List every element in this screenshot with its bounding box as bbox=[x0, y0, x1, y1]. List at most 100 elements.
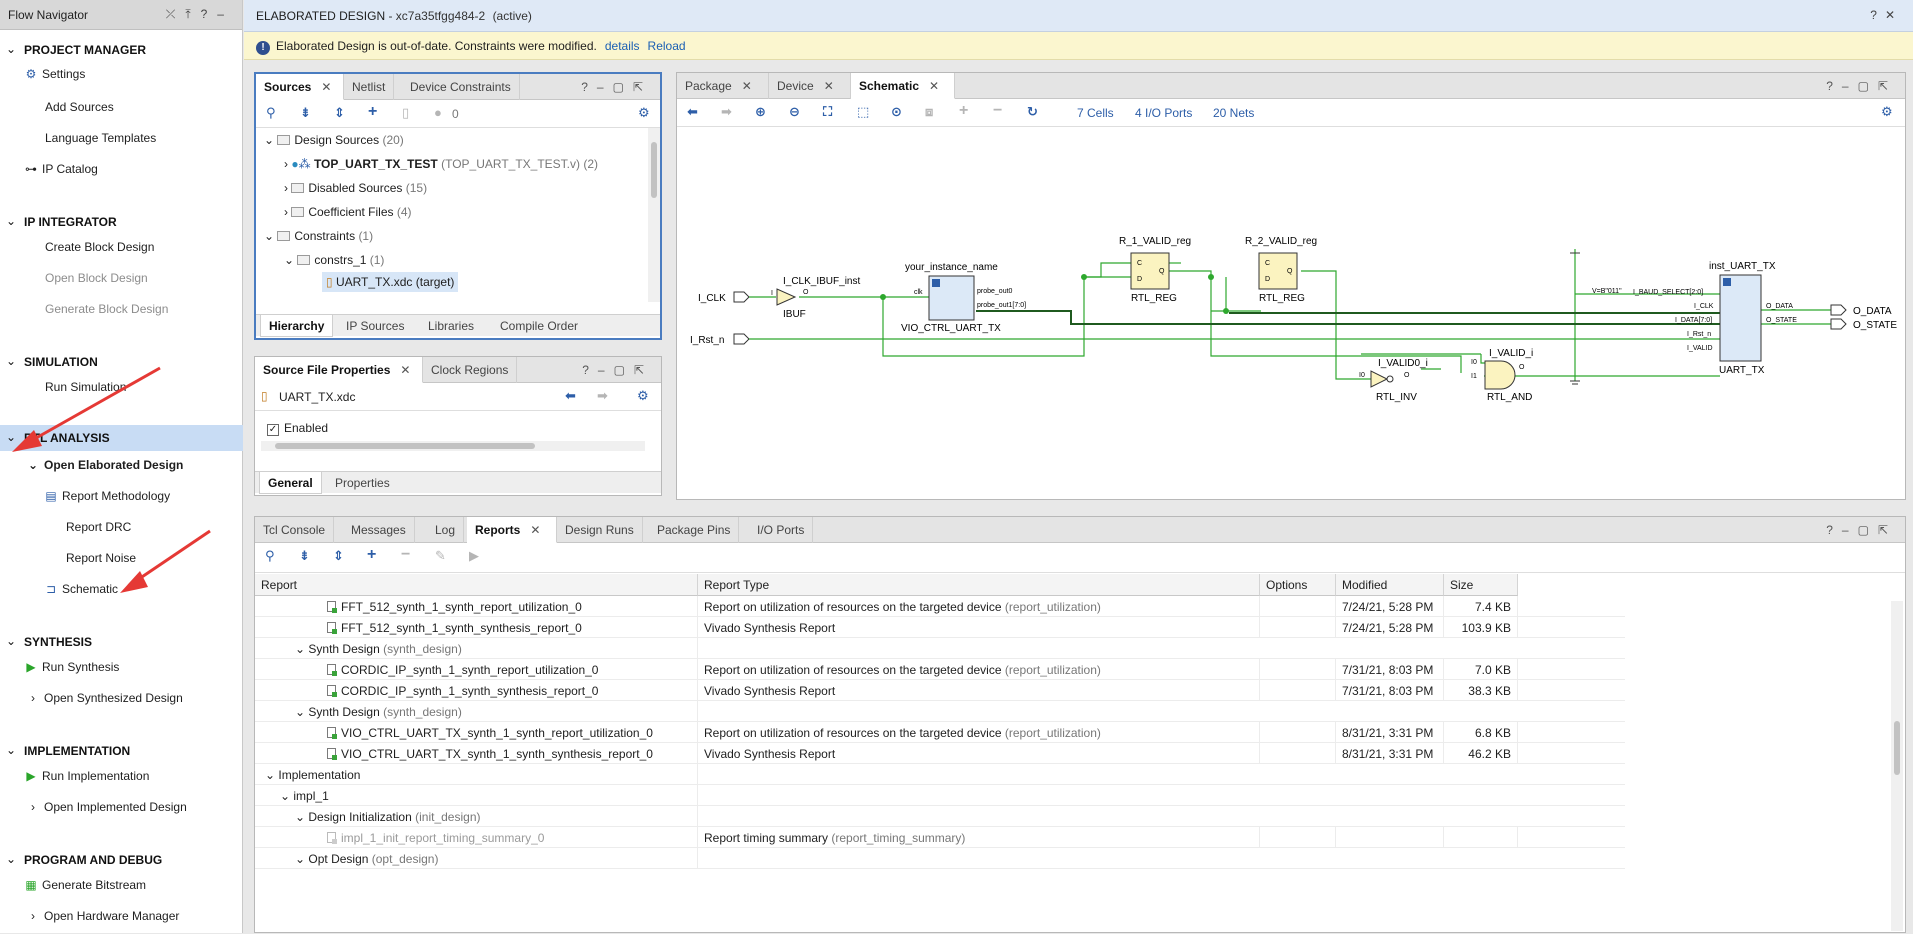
tree-disabled-sources[interactable]: › Disabled Sources (15) bbox=[284, 178, 427, 198]
nav-ip-catalog[interactable]: ⊶ IP Catalog bbox=[24, 159, 98, 179]
nav-run-synthesis[interactable]: ▶ Run Synthesis bbox=[24, 657, 119, 677]
collapse-all-icon[interactable]: ⇟ bbox=[299, 548, 310, 564]
table-row[interactable]: VIO_CTRL_UART_TX_synth_1_synth_synthesis… bbox=[255, 743, 1625, 764]
edit-icon[interactable]: ✎ bbox=[435, 548, 446, 564]
search-icon[interactable]: ⚲ bbox=[266, 105, 276, 121]
tab-sources[interactable]: Sources ✕ bbox=[256, 74, 344, 100]
title-bar-controls[interactable]: ?✕ bbox=[1870, 8, 1903, 22]
panel-window-controls[interactable]: ?–▢⇱ bbox=[582, 363, 653, 377]
tree-top-module[interactable]: › ●⁂ TOP_UART_TX_TEST (TOP_UART_TX_TEST.… bbox=[284, 154, 598, 174]
io-ports-link[interactable]: 4 I/O Ports bbox=[1135, 106, 1192, 120]
port-o-data[interactable] bbox=[1830, 304, 1847, 316]
nav-run-implementation[interactable]: ▶ Run Implementation bbox=[24, 766, 149, 786]
autofit-icon[interactable]: ⊙ bbox=[891, 104, 902, 120]
tree-coefficient-files[interactable]: › Coefficient Files (4) bbox=[284, 202, 412, 222]
back-arrow-icon[interactable]: ⬅ bbox=[687, 104, 698, 120]
collapse-icon[interactable]: − bbox=[993, 102, 1002, 120]
nav-add-sources[interactable]: Add Sources bbox=[45, 97, 114, 117]
close-icon[interactable]: ✕ bbox=[929, 79, 939, 93]
nav-open-hardware-manager[interactable]: › Open Hardware Manager bbox=[26, 906, 179, 926]
close-icon[interactable]: ✕ bbox=[321, 80, 331, 94]
properties-h-scrollbar[interactable] bbox=[261, 441, 645, 451]
tree-constraints[interactable]: ⌄ Constraints (1) bbox=[264, 226, 373, 246]
close-icon[interactable]: ✕ bbox=[824, 79, 834, 93]
tab-source-file-properties[interactable]: Source File Properties ✕ bbox=[255, 357, 423, 383]
port-i-clk[interactable] bbox=[733, 291, 750, 303]
section-project-manager[interactable]: ⌄ PROJECT MANAGER bbox=[0, 39, 243, 61]
tab-ip-sources[interactable]: IP Sources bbox=[338, 315, 412, 337]
regenerate-icon[interactable]: ⧈ bbox=[925, 104, 933, 120]
nav-create-block-design[interactable]: Create Block Design bbox=[45, 237, 154, 257]
collapse-all-icon[interactable]: ⇟ bbox=[300, 105, 311, 121]
gear-icon[interactable]: ⚙ bbox=[638, 105, 650, 121]
tab-messages[interactable]: Messages bbox=[343, 517, 415, 543]
nets-link[interactable]: 20 Nets bbox=[1213, 106, 1254, 120]
table-row[interactable]: ⌄ Synth Design (synth_design) bbox=[255, 638, 1625, 659]
zoom-in-icon[interactable]: ⊕ bbox=[755, 104, 766, 120]
table-row[interactable]: CORDIC_IP_synth_1_synth_report_utilizati… bbox=[255, 659, 1625, 680]
table-row[interactable]: ⌄ Opt Design (opt_design) bbox=[255, 848, 1625, 869]
tab-design-runs[interactable]: Design Runs bbox=[557, 517, 643, 543]
search-icon[interactable]: ⚲ bbox=[265, 548, 275, 564]
tree-constrs-1[interactable]: ⌄ constrs_1 (1) bbox=[284, 250, 384, 270]
hierarchy-plus-icon[interactable] bbox=[932, 279, 940, 287]
scroll-thumb[interactable] bbox=[275, 443, 535, 449]
table-row[interactable]: ⌄ impl_1 bbox=[255, 785, 1625, 806]
tab-general[interactable]: General bbox=[259, 472, 322, 494]
section-program-and-debug[interactable]: ⌄ PROGRAM AND DEBUG bbox=[0, 849, 243, 871]
tab-properties[interactable]: Properties bbox=[327, 472, 398, 494]
expand-icon[interactable]: + bbox=[959, 102, 968, 120]
nav-language-templates[interactable]: Language Templates bbox=[45, 128, 156, 148]
scroll-thumb[interactable] bbox=[651, 142, 657, 198]
col-report-type[interactable]: Report Type bbox=[698, 574, 1260, 596]
add-icon[interactable]: + bbox=[367, 546, 376, 564]
tab-hierarchy[interactable]: Hierarchy bbox=[260, 315, 334, 337]
properties-icon[interactable]: ▯ bbox=[402, 105, 409, 121]
table-row[interactable]: ⌄ Implementation bbox=[255, 764, 1625, 785]
table-row[interactable]: FFT_512_synth_1_synth_synthesis_report_0… bbox=[255, 617, 1625, 638]
expand-all-icon[interactable]: ⇕ bbox=[334, 105, 345, 121]
ibuf-symbol[interactable] bbox=[776, 288, 797, 306]
tab-package[interactable]: Package ✕ bbox=[677, 73, 769, 99]
nav-schematic[interactable]: ⊐ Schematic bbox=[44, 579, 118, 599]
scroll-thumb[interactable] bbox=[1894, 721, 1900, 775]
hierarchy-plus-icon[interactable] bbox=[1723, 278, 1731, 286]
tree-design-sources[interactable]: ⌄ Design Sources (20) bbox=[264, 130, 404, 150]
refresh-icon[interactable]: ↻ bbox=[1027, 104, 1038, 120]
tab-reports[interactable]: Reports ✕ bbox=[467, 517, 557, 543]
col-size[interactable]: Size bbox=[1444, 574, 1518, 596]
panel-window-controls[interactable]: ?–▢⇱ bbox=[1826, 79, 1897, 93]
table-row[interactable]: ⌄ Design Initialization (init_design) bbox=[255, 806, 1625, 827]
nav-open-implemented-design[interactable]: › Open Implemented Design bbox=[26, 797, 187, 817]
tree-uart-tx-xdc[interactable]: ▯ UART_TX.xdc (target) bbox=[322, 272, 459, 292]
col-report[interactable]: Report bbox=[255, 574, 698, 596]
add-icon[interactable]: + bbox=[368, 103, 377, 121]
col-modified[interactable]: Modified bbox=[1336, 574, 1444, 596]
fit-icon[interactable]: ⛶ bbox=[823, 104, 832, 120]
enabled-checkbox[interactable]: ✓ Enabled bbox=[267, 421, 328, 436]
zoom-out-icon[interactable]: ⊖ bbox=[789, 104, 800, 120]
table-row[interactable]: ⌄ Synth Design (synth_design) bbox=[255, 701, 1625, 722]
nav-generate-bitstream[interactable]: ▦ Generate Bitstream bbox=[24, 875, 146, 895]
nav-settings[interactable]: ⚙ Settings bbox=[24, 64, 86, 84]
tab-tcl-console[interactable]: Tcl Console bbox=[255, 517, 335, 543]
panel-window-controls[interactable]: ?–▢⇱ bbox=[1826, 523, 1897, 537]
checkbox-check-icon[interactable]: ✓ bbox=[267, 424, 279, 436]
inverter-symbol[interactable] bbox=[1370, 370, 1389, 388]
tab-device[interactable]: Device ✕ bbox=[769, 73, 851, 99]
close-icon[interactable]: ✕ bbox=[742, 79, 752, 93]
section-synthesis[interactable]: ⌄ SYNTHESIS bbox=[0, 631, 243, 653]
reports-scrollbar[interactable] bbox=[1891, 601, 1903, 931]
nav-open-block-design[interactable]: Open Block Design bbox=[45, 268, 148, 288]
nav-open-synthesized-design[interactable]: › Open Synthesized Design bbox=[26, 688, 183, 708]
gear-icon[interactable]: ⚙ bbox=[637, 388, 649, 404]
tab-device-constraints[interactable]: Device Constraints bbox=[402, 74, 520, 100]
details-link[interactable]: details bbox=[605, 39, 640, 53]
table-row[interactable]: FFT_512_synth_1_synth_report_utilization… bbox=[255, 596, 1625, 617]
nav-generate-block-design[interactable]: Generate Block Design bbox=[45, 299, 168, 319]
table-row[interactable]: impl_1_init_report_timing_summary_0 Repo… bbox=[255, 827, 1625, 848]
tab-schematic[interactable]: Schematic ✕ bbox=[851, 73, 955, 99]
flow-navigator-tools[interactable]: ⤫⤒?– bbox=[166, 7, 234, 22]
tab-netlist[interactable]: Netlist bbox=[344, 74, 395, 100]
col-options[interactable]: Options bbox=[1260, 574, 1336, 596]
